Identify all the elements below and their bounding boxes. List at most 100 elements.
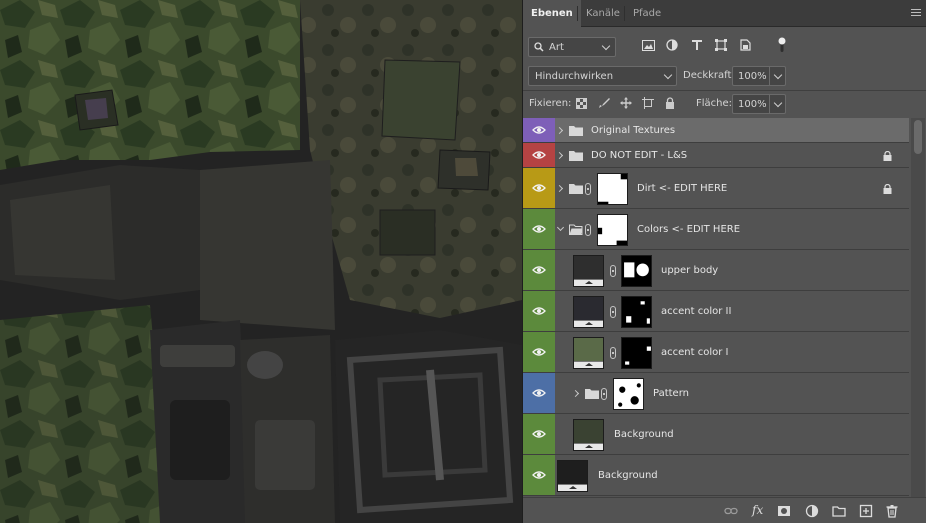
mask-link-icon[interactable] [585, 182, 591, 195]
layer-lock-icon [883, 183, 892, 194]
blend-mode-select[interactable]: Hindurchwirken [528, 66, 677, 86]
tab-kanaele[interactable]: Kanäle [578, 0, 628, 27]
filter-row: Art [523, 27, 926, 64]
layer-visibility-toggle[interactable] [523, 168, 555, 208]
folder-icon [569, 150, 583, 161]
chevron-right-icon[interactable] [555, 126, 564, 134]
layer-visibility-toggle[interactable] [523, 373, 555, 413]
layer-visibility-toggle[interactable] [523, 209, 555, 249]
panel-menu-icon[interactable] [911, 9, 921, 18]
fill-layer-thumbnail[interactable] [573, 295, 604, 328]
fill-layer-thumbnail[interactable] [557, 459, 588, 492]
filter-toggle-icon[interactable] [778, 37, 786, 53]
texture-preview [0, 0, 522, 523]
mask-link-icon[interactable] [610, 305, 616, 318]
opacity-label: Deckkraft: [683, 70, 735, 81]
fill-layer-thumbnail[interactable] [573, 336, 604, 369]
layer-mask-thumbnail[interactable] [597, 213, 628, 246]
tab-pfade[interactable]: Pfade [625, 0, 669, 27]
layer-mask-thumbnail[interactable] [621, 336, 652, 369]
layers-list: Original Textures DO NOT EDIT - L&S Dirt <… [523, 118, 909, 497]
chevron-right-icon[interactable] [555, 151, 564, 159]
visibility-eye-icon [532, 225, 546, 233]
adjustment-layer-icon[interactable] [805, 504, 819, 518]
layer-name: upper body [661, 264, 719, 276]
type-filter-icon[interactable] [691, 39, 703, 51]
filter-kind-select[interactable]: Art [528, 37, 616, 57]
layer-visibility-toggle[interactable] [523, 291, 555, 331]
layer-row[interactable]: Original Textures [523, 118, 909, 143]
smart-object-filter-icon[interactable] [740, 39, 751, 51]
new-group-icon[interactable] [832, 504, 846, 518]
layer-visibility-toggle[interactable] [523, 118, 555, 142]
panel-tabbar: Ebenen Kanäle Pfade [523, 0, 926, 27]
mask-link-icon[interactable] [601, 387, 607, 400]
mask-link-icon[interactable] [610, 264, 616, 277]
layer-name: DO NOT EDIT - L&S [591, 149, 688, 161]
lock-row: Fixieren: Fläche: 100% [523, 91, 926, 117]
visibility-eye-icon [532, 307, 546, 315]
blend-mode-value: Hindurchwirken [535, 71, 614, 82]
fill-input[interactable]: 100% [732, 94, 786, 114]
blend-row: Hindurchwirken Deckkraft: 100% [523, 64, 926, 88]
chevron-down-icon [773, 98, 783, 108]
visibility-eye-icon [532, 184, 546, 192]
layer-name: Background [598, 469, 658, 481]
pixel-filter-icon[interactable] [642, 40, 655, 51]
layer-lock-icon [883, 150, 892, 161]
search-icon [534, 42, 544, 52]
layer-row[interactable]: Background [523, 414, 909, 455]
opacity-input[interactable]: 100% [732, 66, 786, 86]
layer-visibility-toggle[interactable] [523, 250, 555, 290]
visibility-eye-icon [532, 126, 546, 134]
fill-layer-thumbnail[interactable] [573, 418, 604, 451]
chevron-down-icon [663, 70, 673, 80]
lock-artboard-icon[interactable] [642, 97, 654, 109]
layer-mask-thumbnail[interactable] [597, 172, 628, 205]
adjustment-filter-icon[interactable] [666, 39, 678, 51]
layer-visibility-toggle[interactable] [523, 455, 555, 495]
visibility-eye-icon [532, 348, 546, 356]
layer-row[interactable]: Dirt <- EDIT HERE [523, 168, 909, 209]
scrollbar-thumb[interactable] [914, 120, 922, 154]
layer-row[interactable]: upper body [523, 250, 909, 291]
layer-visibility-toggle[interactable] [523, 414, 555, 454]
add-mask-icon[interactable] [777, 504, 791, 518]
tab-ebenen[interactable]: Ebenen [523, 0, 581, 27]
fill-layer-thumbnail[interactable] [573, 254, 604, 287]
folder-open-icon [569, 224, 583, 235]
visibility-eye-icon [532, 430, 546, 438]
layer-row[interactable]: Pattern [523, 373, 909, 414]
visibility-eye-icon [532, 151, 546, 159]
layer-name: Original Textures [591, 124, 676, 136]
layer-visibility-toggle[interactable] [523, 332, 555, 372]
lock-all-icon[interactable] [665, 97, 675, 109]
layers-scrollbar[interactable] [911, 118, 925, 497]
link-layers-icon[interactable] [724, 504, 738, 518]
layer-row[interactable]: DO NOT EDIT - L&S [523, 143, 909, 168]
layer-mask-thumbnail[interactable] [613, 377, 644, 410]
chevron-right-icon[interactable] [571, 389, 580, 397]
layer-row[interactable]: Colors <- EDIT HERE [523, 209, 909, 250]
fx-icon[interactable]: fx [752, 503, 763, 517]
layer-row[interactable]: Background [523, 455, 909, 496]
delete-icon[interactable] [885, 504, 899, 518]
layer-row[interactable]: accent color II [523, 291, 909, 332]
lock-transparency-icon[interactable] [576, 98, 587, 109]
lock-pixels-icon[interactable] [598, 97, 610, 109]
layer-mask-thumbnail[interactable] [621, 295, 652, 328]
layer-row[interactable]: accent color I [523, 332, 909, 373]
chevron-down-icon[interactable] [556, 223, 565, 231]
panel-footer: fx [523, 497, 926, 523]
lock-label: Fixieren: [529, 98, 572, 109]
layer-visibility-toggle[interactable] [523, 143, 555, 167]
new-layer-icon[interactable] [859, 504, 873, 518]
layer-mask-thumbnail[interactable] [621, 254, 652, 287]
layer-name: accent color II [661, 305, 732, 317]
mask-link-icon[interactable] [610, 346, 616, 359]
shape-filter-icon[interactable] [715, 39, 727, 51]
mask-link-icon[interactable] [585, 223, 591, 236]
document-canvas[interactable] [0, 0, 522, 523]
chevron-right-icon[interactable] [555, 184, 564, 192]
lock-position-icon[interactable] [620, 97, 632, 109]
